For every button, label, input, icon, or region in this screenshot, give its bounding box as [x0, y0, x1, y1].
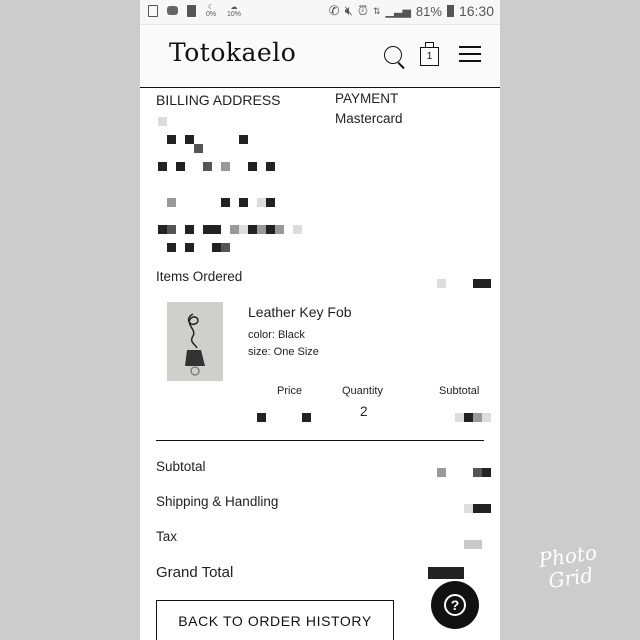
media-icon — [167, 6, 178, 15]
search-icon[interactable] — [384, 46, 402, 64]
quantity-label: Quantity — [342, 385, 383, 397]
subtotal-row-label: Subtotal — [156, 459, 206, 474]
price-label: Price — [277, 385, 303, 397]
divider — [156, 440, 484, 442]
cart-count: 1 — [426, 51, 433, 62]
redacted-subtotal — [473, 413, 482, 422]
shipping-row-label: Shipping & Handling — [156, 494, 279, 509]
redacted-subtotal — [482, 413, 491, 422]
back-to-order-history-button[interactable]: BACK TO ORDER HISTORY — [156, 600, 394, 640]
redacted-grand-total — [428, 567, 464, 579]
battery-percent: 81% — [415, 3, 442, 19]
redacted-count — [437, 279, 446, 288]
redacted-subtotal-amount — [473, 468, 482, 477]
quantity-value: 2 — [360, 404, 368, 419]
data-icon: ⇅ — [372, 5, 381, 16]
redacted-subtotal — [464, 413, 473, 422]
battery-icon — [446, 5, 454, 17]
phone-screen: ☾ 0% ☁ 10% ✆ 🔇︎ ⏰︎ ⇅ ▁▃▅ 81% 16:30 Totokae… — [140, 0, 500, 640]
help-button[interactable]: ? — [431, 581, 479, 629]
payment-method: Mastercard — [335, 111, 403, 126]
product-name[interactable]: Leather Key Fob — [248, 304, 352, 320]
redacted-price — [257, 413, 266, 422]
redacted-subtotal — [455, 413, 464, 422]
redacted-shipping-amount — [464, 504, 473, 513]
weather-label: 0% — [205, 11, 217, 18]
payment-title: PAYMENT — [335, 91, 399, 106]
grand-total-label: Grand Total — [156, 564, 234, 581]
product-color: color: Black — [248, 329, 305, 341]
product-size: size: One Size — [248, 346, 319, 358]
weather-10-icon: ☁ 10% — [226, 4, 241, 18]
redacted-count — [473, 279, 491, 288]
watermark-line: Grid — [546, 562, 595, 593]
redacted-subtotal-amount — [482, 468, 491, 477]
subtotal-label: Subtotal — [439, 385, 480, 397]
wifi-call-icon: ✆ — [328, 3, 340, 18]
battery-saver-icon — [187, 4, 196, 17]
redacted-tax-amount — [464, 540, 482, 549]
mute-icon: 🔇︎ — [344, 3, 353, 18]
redacted-shipping-amount — [473, 504, 491, 513]
items-ordered-title: Items Ordered — [156, 269, 243, 284]
product-image[interactable] — [167, 302, 223, 381]
tax-row-label: Tax — [156, 529, 178, 544]
photogrid-watermark: Photo Grid — [537, 540, 601, 593]
redacted-price — [302, 413, 311, 422]
alarm-icon: ⏰︎ — [357, 3, 368, 18]
key-fob-icon — [185, 313, 205, 376]
billing-address-title: BILLING ADDRESS — [156, 92, 281, 108]
cart-button[interactable]: 1 — [420, 42, 439, 66]
status-bar: ☾ 0% ☁ 10% ✆ 🔇︎ ⏰︎ ⇅ ▁▃▅ 81% 16:30 — [140, 0, 500, 25]
screenshot-icon — [148, 4, 158, 17]
help-icon: ? — [444, 594, 466, 616]
redacted-subtotal-amount — [437, 468, 446, 477]
site-header: Totokaelo 1 — [140, 25, 500, 88]
menu-icon[interactable] — [459, 46, 481, 62]
clock: 16:30 — [458, 3, 494, 19]
signal-icon: ▁▃▅ — [385, 5, 411, 18]
logo[interactable]: Totokaelo — [169, 38, 296, 67]
weather-0-icon: ☾ 0% — [205, 4, 217, 18]
weather-label: 10% — [226, 11, 241, 18]
